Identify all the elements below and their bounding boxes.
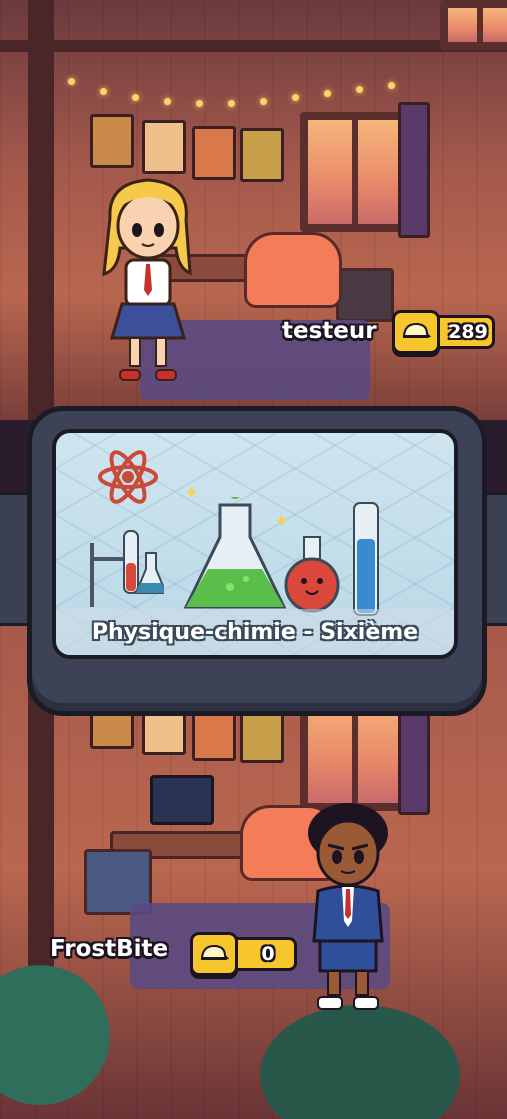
string-light bbox=[68, 78, 75, 85]
string-light bbox=[132, 94, 139, 101]
round-flask-icon bbox=[284, 536, 340, 613]
heart-banner bbox=[398, 102, 430, 238]
player-name-bottom: FrostBite bbox=[50, 936, 169, 962]
subject-screen: ✦ ✦ Physique-chimie - Sixième bbox=[52, 429, 458, 659]
cap-coin-icon bbox=[392, 310, 440, 354]
subject-panel: ✦ ✦ Physique-chimie - Sixième bbox=[27, 406, 487, 716]
drawer-cabinet bbox=[336, 268, 394, 322]
player-name-top: testeur bbox=[282, 318, 377, 344]
bunny-poster bbox=[142, 120, 186, 174]
string-light bbox=[324, 90, 331, 97]
string-light bbox=[228, 100, 235, 107]
pink-chair bbox=[244, 232, 342, 308]
string-light bbox=[164, 98, 171, 105]
string-light bbox=[388, 82, 395, 89]
squirrel-poster bbox=[240, 128, 284, 182]
wood-beam-top bbox=[0, 40, 507, 52]
top-player-room bbox=[0, 0, 507, 420]
girl-avatar bbox=[98, 178, 198, 388]
squirrel-poster bbox=[240, 709, 284, 763]
sparkle-icon: ✦ bbox=[184, 483, 200, 504]
coin-value-top: 289 bbox=[434, 315, 495, 349]
computer-monitor bbox=[150, 775, 214, 825]
string-light bbox=[100, 88, 107, 95]
coin-counter-top: 289 bbox=[392, 310, 495, 354]
wood-beam-left bbox=[28, 0, 54, 420]
owl-poster bbox=[90, 114, 134, 168]
heart-banner bbox=[398, 709, 430, 815]
coin-counter-bottom: 0 bbox=[190, 932, 297, 976]
string-light bbox=[356, 86, 363, 93]
subject-title-bar: Physique-chimie - Sixième bbox=[56, 609, 454, 655]
graduated-cylinder-icon bbox=[353, 502, 379, 616]
fox-poster bbox=[192, 126, 236, 180]
skylight-top bbox=[440, 0, 507, 50]
string-light bbox=[292, 94, 299, 101]
cap-coin-icon bbox=[190, 932, 238, 976]
coin-value-bottom: 0 bbox=[232, 937, 297, 971]
subject-title: Physique-chimie - Sixième bbox=[91, 619, 419, 645]
string-light bbox=[260, 98, 267, 105]
atom-icon bbox=[98, 450, 158, 504]
string-light bbox=[196, 100, 203, 107]
test-tube-stand-icon bbox=[90, 530, 164, 607]
boy-avatar bbox=[298, 801, 398, 1015]
sparkle-icon: ✦ bbox=[274, 511, 290, 532]
window-top bbox=[300, 112, 408, 232]
